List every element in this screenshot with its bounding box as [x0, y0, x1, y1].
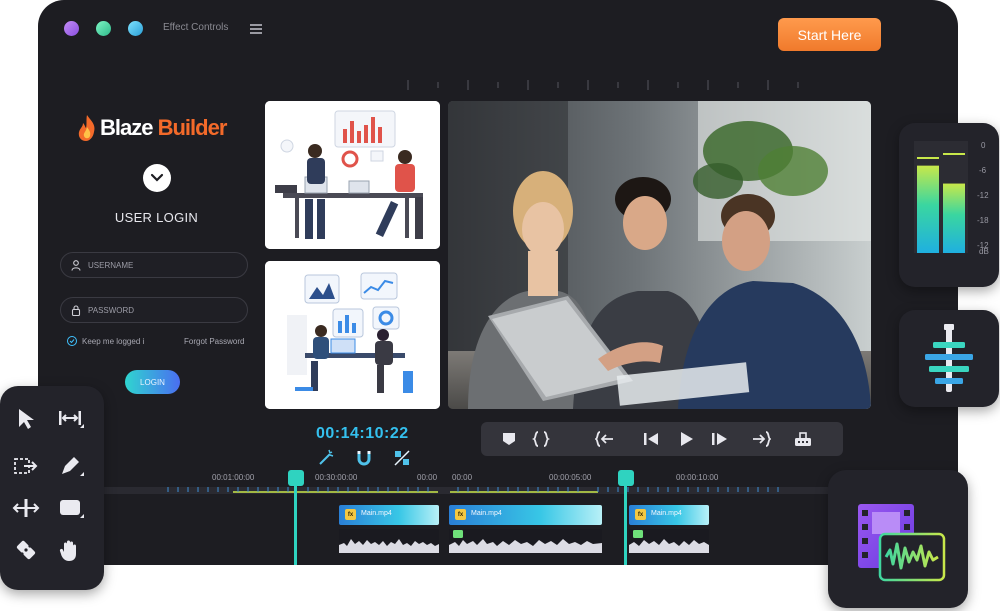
timeline-label: 00:00: [452, 473, 473, 482]
timeline-label: 00:00:05:00: [549, 473, 592, 482]
video-clip[interactable]: fx Main.mp4: [339, 505, 439, 525]
rectangle-icon[interactable]: [56, 494, 84, 522]
meter-scale-label: 0: [981, 141, 986, 150]
forgot-password-link[interactable]: Forgot Password: [184, 337, 244, 346]
window-dot-purple[interactable]: [64, 21, 79, 36]
fx-badge: fx: [345, 509, 356, 520]
analytics-team-illustration: [265, 261, 440, 409]
video-preview[interactable]: [448, 101, 871, 409]
window-dot-green[interactable]: [96, 21, 111, 36]
meter-scale-label: -12: [977, 191, 989, 200]
username-input[interactable]: [88, 260, 228, 270]
audio-waveform[interactable]: [629, 529, 709, 553]
password-field[interactable]: [60, 297, 248, 323]
timeline-ruler: [38, 487, 958, 494]
fx-badge: fx: [455, 509, 466, 520]
razor-icon[interactable]: [12, 536, 40, 564]
ripple-edit-icon[interactable]: [56, 404, 84, 432]
timeline-label: 00:30:00:00: [315, 473, 358, 482]
start-here-button[interactable]: Start Here: [778, 18, 881, 51]
transport-bar: [481, 422, 843, 456]
team-at-laptop-photo: [448, 101, 871, 409]
meter-scale-label: -18: [977, 216, 989, 225]
pen-icon[interactable]: [56, 452, 84, 480]
play-icon[interactable]: [676, 429, 696, 449]
meter-scale-label: -6: [979, 166, 987, 175]
meter-scale-label: dB: [979, 247, 989, 256]
audio-meter-panel: 0 -6 -12 -18 -12 dB: [899, 123, 999, 287]
playhead-line: [294, 482, 297, 565]
step-back-icon[interactable]: [641, 429, 661, 449]
meter-bar-right: [943, 183, 965, 253]
login-panel: Blaze Builder USER LOGIN Keep me logged …: [55, 100, 255, 410]
playhead-line: [624, 482, 627, 565]
window-dot-blue[interactable]: [128, 21, 143, 36]
timeline-label: 00:00:10:00: [676, 473, 719, 482]
timeline[interactable]: 00:01:00:00 00:30:00:00 00:00 00:00 00:0…: [38, 462, 958, 565]
window-title: Effect Controls: [163, 22, 229, 33]
timeline-label: 00:00: [417, 473, 438, 482]
keep-logged-in-row[interactable]: Keep me logged i: [67, 336, 144, 346]
lock-icon: [71, 304, 81, 316]
clip-label: Main.mp4: [361, 510, 392, 517]
media-thumbnail-analytics[interactable]: [265, 261, 440, 409]
office-meeting-illustration: [265, 101, 440, 249]
go-to-out-icon[interactable]: [751, 429, 771, 449]
login-title: USER LOGIN: [114, 210, 199, 225]
selection-arrow-icon[interactable]: [12, 404, 40, 432]
meter-bar-left: [917, 165, 939, 253]
audio-waveform[interactable]: [339, 529, 439, 553]
fx-badge: fx: [635, 509, 646, 520]
flame-logo-icon: [78, 115, 95, 141]
keep-logged-in-checkbox[interactable]: [67, 336, 77, 346]
go-to-in-icon[interactable]: [595, 429, 615, 449]
step-forward-icon[interactable]: [709, 429, 729, 449]
clip-label: Main.mp4: [471, 510, 502, 517]
slip-icon[interactable]: [12, 494, 40, 522]
brand-word-1: Blaze: [100, 115, 153, 140]
login-button[interactable]: LOGIN: [125, 370, 180, 394]
media-thumbnail-office[interactable]: [265, 101, 440, 249]
password-input[interactable]: [88, 305, 228, 315]
video-clip[interactable]: fx Main.mp4: [449, 505, 602, 525]
video-clip[interactable]: fx Main.mp4: [629, 505, 709, 525]
hand-icon[interactable]: [56, 536, 84, 564]
clip-label: Main.mp4: [651, 510, 682, 517]
audio-waveform[interactable]: [449, 529, 602, 553]
titlebar: Effect Controls Start Here: [38, 0, 958, 62]
media-library-panel: [828, 470, 968, 608]
align-panel: [899, 310, 999, 407]
top-ruler: [407, 80, 799, 90]
timeline-label: 00:01:00:00: [212, 473, 255, 482]
track-select-icon[interactable]: [12, 452, 40, 480]
align-center-icon[interactable]: [919, 324, 979, 394]
hamburger-menu-icon[interactable]: [250, 24, 262, 34]
brand-word-2: Builder: [157, 115, 228, 140]
export-frame-icon[interactable]: [793, 429, 813, 449]
brand-logo: Blaze Builder: [77, 114, 228, 142]
user-icon: [71, 259, 81, 271]
tools-panel: [0, 386, 104, 590]
keep-logged-in-label: Keep me logged i: [82, 336, 145, 346]
bracket-in-out-icon[interactable]: [531, 429, 551, 449]
video-audio-media-icon[interactable]: [856, 502, 951, 587]
chevron-down-icon[interactable]: [143, 164, 171, 192]
username-field[interactable]: [60, 252, 248, 278]
marker-icon[interactable]: [499, 429, 519, 449]
timecode-display: 00:14:10:22: [316, 425, 409, 442]
